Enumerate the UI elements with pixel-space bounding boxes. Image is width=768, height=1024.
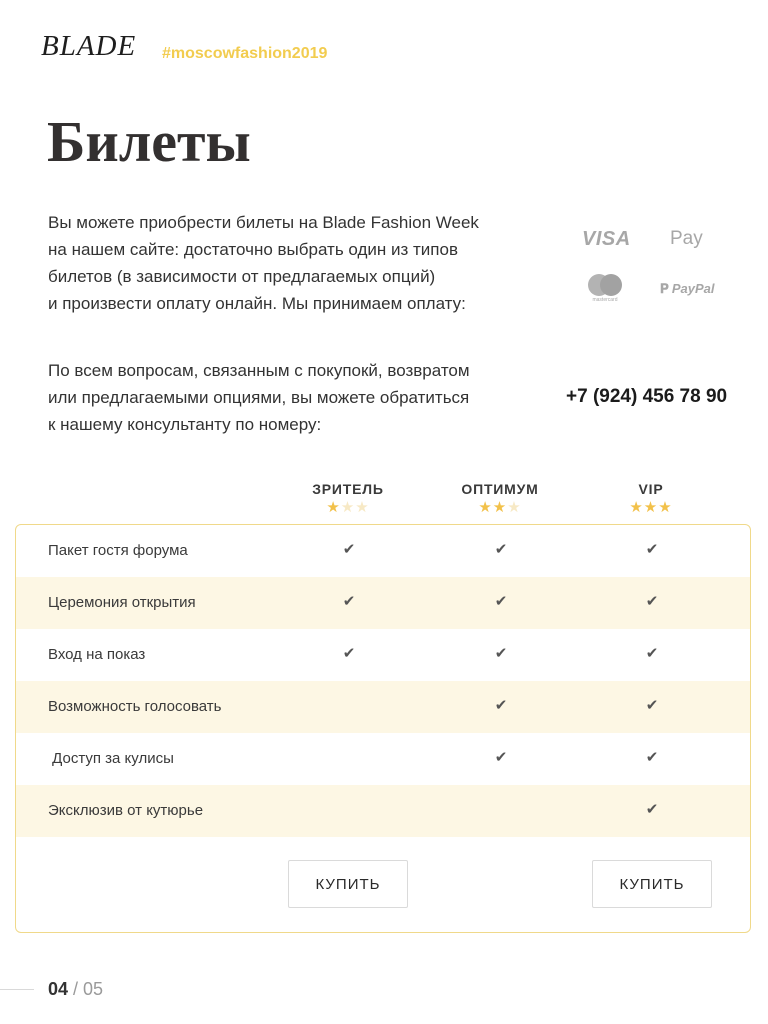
tier-rating: ★★★ [445, 498, 555, 516]
check-icon: ✔ [342, 645, 356, 662]
star-icon: ★ [355, 499, 370, 516]
tier-name: VIP [638, 481, 664, 497]
check-icon: ✔ [645, 593, 659, 610]
feature-label: Возможность голосовать [48, 698, 222, 715]
pagination: 04 / 05 [48, 979, 103, 1000]
feature-label: Пакет гостя форума [48, 542, 188, 559]
paypal-icon: 𝐏 [660, 281, 669, 296]
apple-pay-label: Pay [670, 228, 703, 249]
pagination-divider [0, 989, 34, 990]
intro-line: и произвести оплату онлайн. Мы принимаем… [48, 294, 466, 313]
table-row: Церемония открытия ✔ ✔ ✔ [16, 577, 750, 629]
feature-label: Вход на показ [48, 646, 146, 663]
check-icon: ✔ [645, 541, 659, 558]
intro-line: на нашем сайте: достаточно выбрать один … [48, 240, 458, 259]
star-icon: ★ [658, 499, 673, 516]
feature-label: Доступ за кулисы [48, 750, 174, 767]
buy-viewer-button[interactable]: КУПИТЬ [288, 860, 408, 908]
star-icon: ★ [629, 499, 644, 516]
contact-paragraph: По всем вопросам, связанным с покупокй, … [48, 357, 518, 438]
brand-logo[interactable]: BLADE [41, 30, 136, 63]
apple-pay-logo: Pay [668, 228, 703, 250]
page-current: 04 [48, 979, 69, 999]
contact-line: к нашему консультанту по номеру: [48, 415, 322, 434]
check-icon: ✔ [494, 541, 508, 558]
tier-name: ЗРИТЕЛЬ [312, 481, 384, 497]
check-icon: ✔ [645, 645, 659, 662]
contact-line: По всем вопросам, связанным с покупокй, … [48, 361, 470, 380]
tier-rating: ★★★ [293, 498, 403, 516]
table-row: Вход на показ ✔ ✔ ✔ [16, 629, 750, 681]
paypal-logo: 𝐏 PayPal [660, 281, 714, 297]
intro-paragraph: Вы можете приобрести билеты на Blade Fas… [48, 209, 518, 317]
mastercard-logo: mastercard [586, 274, 624, 304]
paypal-label: PayPal [671, 281, 715, 296]
star-icon: ★ [478, 499, 493, 516]
check-icon: ✔ [494, 749, 508, 766]
star-icon: ★ [643, 499, 659, 516]
ticket-comparison-table: Пакет гостя форума ✔ ✔ ✔ Церемония откры… [15, 524, 751, 933]
check-icon: ✔ [494, 697, 508, 714]
intro-line: Вы можете приобрести билеты на Blade Fas… [48, 213, 479, 232]
visa-logo: VISA [582, 228, 631, 250]
table-row: Возможность голосовать ✔ ✔ [16, 681, 750, 733]
table-row: Пакет гостя форума ✔ ✔ ✔ [16, 525, 750, 577]
star-icon: ★ [507, 499, 522, 516]
table-row: Эксклюзив от кутюрье ✔ [16, 785, 750, 837]
check-icon: ✔ [645, 801, 659, 818]
star-icon: ★ [340, 499, 356, 516]
page-separator: / [68, 979, 84, 999]
feature-label: Эксклюзив от кутюрье [48, 802, 204, 819]
mastercard-label: mastercard [592, 297, 618, 303]
page-total: 05 [83, 979, 104, 999]
intro-line: билетов (в зависимости от предлагаемых о… [48, 267, 436, 286]
tier-optimum: ОПТИМУМ ★★★ [445, 481, 555, 516]
feature-label: Церемония открытия [48, 594, 196, 611]
table-row: Доступ за кулисы ✔ ✔ [16, 733, 750, 785]
check-icon: ✔ [342, 541, 356, 558]
tier-rating: ★★★ [596, 498, 706, 516]
tier-viewer: ЗРИТЕЛЬ ★★★ [293, 481, 403, 516]
check-icon: ✔ [494, 645, 508, 662]
mastercard-circle-right [600, 274, 622, 296]
hashtag: #moscowfashion2019 [162, 45, 328, 62]
check-icon: ✔ [645, 697, 659, 714]
page-title: Билеты [47, 109, 251, 174]
check-icon: ✔ [342, 593, 356, 610]
phone-number[interactable]: +7 (924) 456 78 90 [566, 386, 727, 408]
check-icon: ✔ [494, 593, 508, 610]
star-icon: ★ [326, 499, 341, 516]
check-icon: ✔ [645, 749, 659, 766]
buy-vip-button[interactable]: КУПИТЬ [592, 860, 712, 908]
tier-vip: VIP ★★★ [596, 481, 706, 516]
star-icon: ★ [492, 499, 508, 516]
tier-name: ОПТИМУМ [461, 481, 539, 497]
contact-line: или предлагаемыми опциями, вы можете обр… [48, 388, 470, 407]
